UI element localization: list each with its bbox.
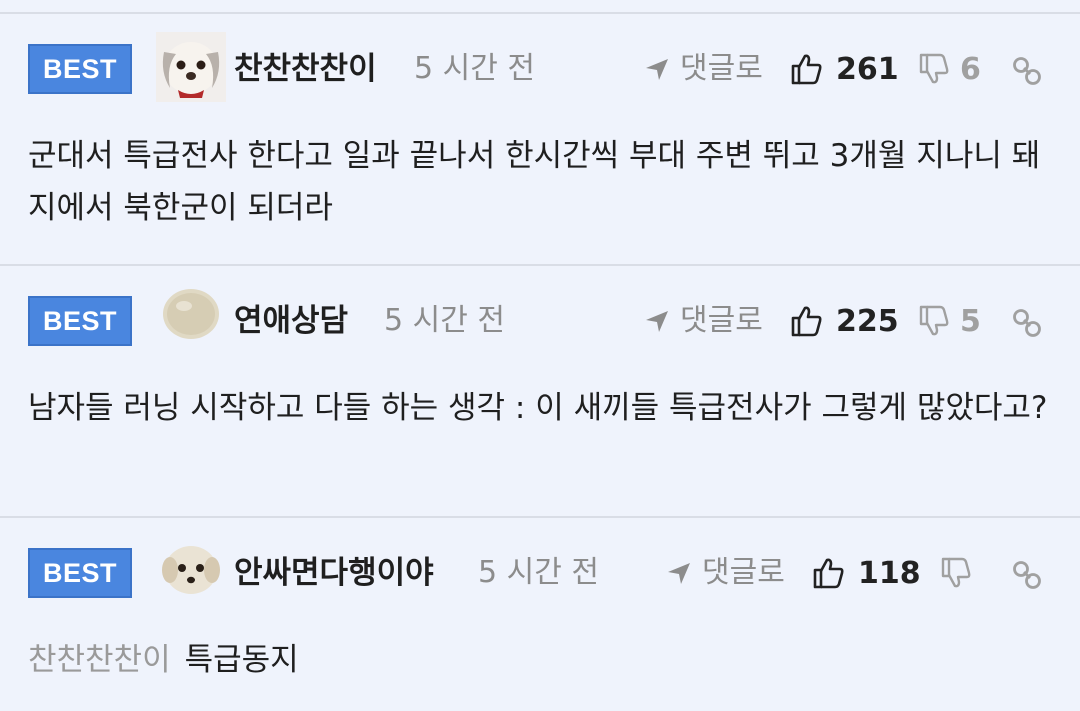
dislike-count: 6 — [960, 51, 981, 87]
username[interactable]: 안싸면다행이야 — [234, 548, 434, 598]
username[interactable]: 찬찬찬찬이 — [234, 44, 377, 94]
avatar[interactable] — [156, 32, 226, 102]
dislike-button[interactable]: 5 — [918, 296, 981, 346]
like-count: 261 — [836, 51, 899, 87]
reply-arrow-icon — [646, 59, 668, 80]
avatar[interactable] — [156, 536, 226, 606]
reply-label: 댓글로 — [680, 51, 763, 86]
like-count: 118 — [858, 555, 921, 591]
comment-meta: BEST 안싸면다행이야 5 시간 전 댓글로 118 — [0, 544, 1080, 620]
dislike-button[interactable]: 6 — [918, 44, 981, 94]
like-button[interactable]: 261 — [790, 44, 899, 94]
thumbs-down-icon — [941, 557, 971, 588]
best-badge: BEST — [28, 548, 132, 598]
comment-item: BEST 찬찬찬찬이 5 시간 전 댓글로 261 6 군대서 특급전사 한다고… — [0, 14, 1080, 264]
reply-arrow-icon — [668, 563, 690, 584]
like-button[interactable]: 118 — [812, 548, 921, 598]
thumbs-up-icon — [791, 54, 822, 85]
reply-arrow-icon — [646, 311, 668, 332]
thumbs-down-icon — [919, 305, 949, 336]
comment-body: 군대서 특급전사 한다고 일과 끝나서 한시간씩 부대 주변 뛰고 3개월 지나… — [28, 138, 1041, 226]
comment-text: 군대서 특급전사 한다고 일과 끝나서 한시간씩 부대 주변 뛰고 3개월 지나… — [28, 130, 1058, 234]
link-icon[interactable] — [1010, 306, 1044, 340]
comment-meta: BEST 연애상담 5 시간 전 댓글로 225 5 — [0, 289, 1080, 368]
comment-meta: BEST 찬찬찬찬이 5 시간 전 댓글로 261 6 — [0, 32, 1080, 116]
username[interactable]: 연애상담 — [234, 296, 348, 346]
like-button[interactable]: 225 — [790, 296, 899, 346]
best-badge: BEST — [28, 44, 132, 94]
comment-body: 남자들 러닝 시작하고 다들 하는 생각 : 이 새끼들 특급전사가 그렇게 많… — [28, 390, 1048, 426]
thumbs-up-icon — [813, 558, 844, 589]
reply-button[interactable]: 댓글로 — [666, 548, 785, 598]
timestamp: 5 시간 전 — [384, 303, 505, 338]
dislike-button[interactable] — [940, 548, 982, 598]
comment-item: BEST 연애상담 5 시간 전 댓글로 225 5 남자들 러닝 시작하고 다… — [0, 266, 1080, 516]
mention-username[interactable]: 찬찬찬찬이 — [28, 642, 171, 678]
reply-label: 댓글로 — [702, 555, 785, 590]
comment-text: 찬찬찬찬이 특급동지 — [28, 634, 1058, 686]
like-count: 225 — [836, 303, 899, 339]
comment-text: 남자들 러닝 시작하고 다들 하는 생각 : 이 새끼들 특급전사가 그렇게 많… — [28, 382, 1058, 434]
avatar[interactable] — [156, 284, 226, 354]
reply-button[interactable]: 댓글로 — [644, 296, 763, 346]
timestamp: 5 시간 전 — [414, 51, 535, 86]
thumbs-down-icon — [919, 53, 949, 84]
reply-label: 댓글로 — [680, 303, 763, 338]
comment-item: BEST 안싸면다행이야 5 시간 전 댓글로 118 찬찬찬찬이 특급동지 — [0, 518, 1080, 711]
thumbs-up-icon — [791, 306, 822, 337]
reply-button[interactable]: 댓글로 — [644, 44, 763, 94]
timestamp: 5 시간 전 — [478, 555, 599, 590]
best-badge: BEST — [28, 296, 132, 346]
comment-body: 특급동지 — [184, 642, 299, 678]
dislike-count: 5 — [960, 303, 981, 339]
link-icon[interactable] — [1010, 54, 1044, 88]
link-icon[interactable] — [1010, 558, 1044, 592]
